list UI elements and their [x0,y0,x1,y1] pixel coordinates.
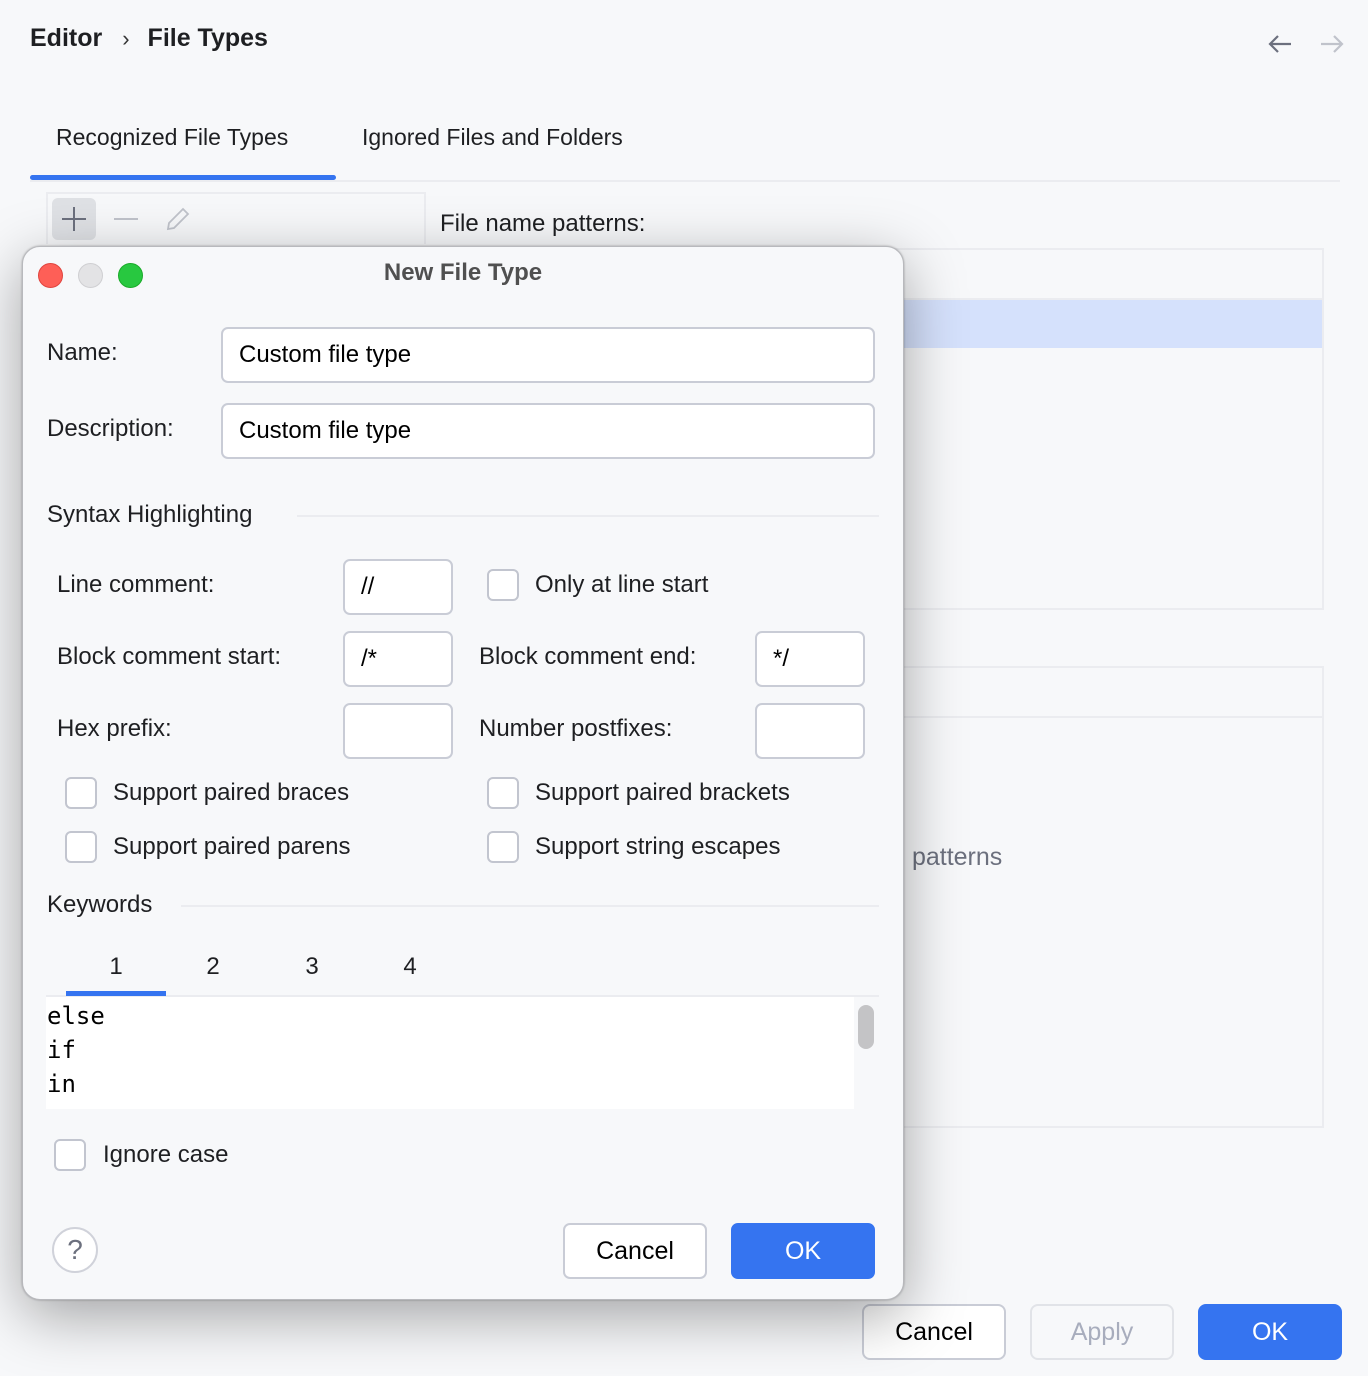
name-label: Name: [47,339,118,366]
settings-apply-button[interactable]: Apply [1030,1304,1174,1360]
keywords-list[interactable]: else if in [46,997,854,1109]
back-button[interactable] [1264,28,1296,60]
file-patterns-panel[interactable] [880,666,1324,1128]
support-paired-braces-label[interactable]: Support paired braces [113,779,349,807]
arrow-right-icon [1321,35,1344,53]
tab-ignored-files-and-folders[interactable]: Ignored Files and Folders [362,124,623,151]
block-comment-start-label: Block comment start: [57,643,282,670]
keywords-scrollbar[interactable] [858,1005,874,1049]
syntax-divider [297,515,879,517]
description-input[interactable]: Custom file type [221,403,875,459]
active-keyword-tab-indicator [66,991,166,996]
keyword-tab-3[interactable]: 3 [262,953,362,981]
block-comment-start-input[interactable]: /* [343,631,453,687]
only-at-line-start-label[interactable]: Only at line start [535,571,708,599]
keyword-tab-2[interactable]: 2 [163,953,263,981]
breadcrumb-separator: › [122,25,130,51]
file-name-patterns-label: File name patterns: [440,210,646,237]
support-paired-brackets-checkbox[interactable] [487,777,519,809]
keywords-divider [181,905,879,907]
dialog-ok-button[interactable]: OK [731,1223,875,1279]
active-tab-indicator [30,175,336,180]
block-comment-end-label: Block comment end: [479,643,697,670]
syntax-highlighting-heading: Syntax Highlighting [47,501,253,528]
arrow-left-icon [1268,35,1291,53]
selected-pattern-row[interactable] [882,300,1322,348]
tab-bar: Recognized File Types Ignored Files and … [30,118,1340,182]
support-string-escapes-label[interactable]: Support string escapes [535,833,780,861]
keyword-item[interactable]: in [47,1067,853,1101]
keyword-item[interactable]: if [47,1033,853,1067]
question-mark-icon: ? [67,1234,83,1265]
help-button[interactable]: ? [52,1227,98,1273]
add-button[interactable] [52,198,96,240]
minus-icon [114,218,138,220]
line-comment-label: Line comment: [57,571,215,598]
ignore-case-label[interactable]: Ignore case [103,1141,228,1169]
keywords-heading: Keywords [47,891,153,918]
support-paired-braces-checkbox[interactable] [65,777,97,809]
plus-icon [62,207,86,231]
new-file-type-dialog: New File Type Name: Custom file type Des… [22,246,904,1300]
pencil-icon [166,207,190,231]
tab-recognized-file-types[interactable]: Recognized File Types [56,124,288,151]
only-at-line-start-checkbox[interactable] [487,569,519,601]
name-input[interactable]: Custom file type [221,327,875,383]
forward-button[interactable] [1316,28,1348,60]
number-postfixes-input[interactable] [755,703,865,759]
ignore-case-checkbox[interactable] [54,1139,86,1171]
keyword-tab-4[interactable]: 4 [360,953,460,981]
support-paired-parens-label[interactable]: Support paired parens [113,833,351,861]
block-comment-end-input[interactable]: */ [755,631,865,687]
settings-cancel-button[interactable]: Cancel [862,1304,1006,1360]
number-postfixes-label: Number postfixes: [479,715,673,742]
breadcrumb-file-types: File Types [147,24,268,52]
file-types-toolbar [46,192,426,244]
keyword-tab-1[interactable]: 1 [66,953,166,981]
line-comment-input[interactable]: // [343,559,453,615]
dialog-cancel-button[interactable]: Cancel [563,1223,707,1279]
file-patterns-header [882,668,1322,718]
keyword-item[interactable]: else [47,999,853,1033]
hex-prefix-input[interactable] [343,703,453,759]
settings-ok-button[interactable]: OK [1198,1304,1342,1360]
support-paired-brackets-label[interactable]: Support paired brackets [535,779,790,807]
edit-button[interactable] [156,198,200,240]
breadcrumb-editor[interactable]: Editor [30,24,102,53]
support-paired-parens-checkbox[interactable] [65,831,97,863]
file-name-patterns-list[interactable] [880,248,1324,610]
dialog-title: New File Type [383,259,543,286]
description-label: Description: [47,415,174,442]
hex-prefix-label: Hex prefix: [57,715,172,742]
patterns-list-header [882,250,1322,300]
support-string-escapes-checkbox[interactable] [487,831,519,863]
breadcrumb: Editor › File Types [30,24,268,53]
remove-button[interactable] [104,198,148,240]
